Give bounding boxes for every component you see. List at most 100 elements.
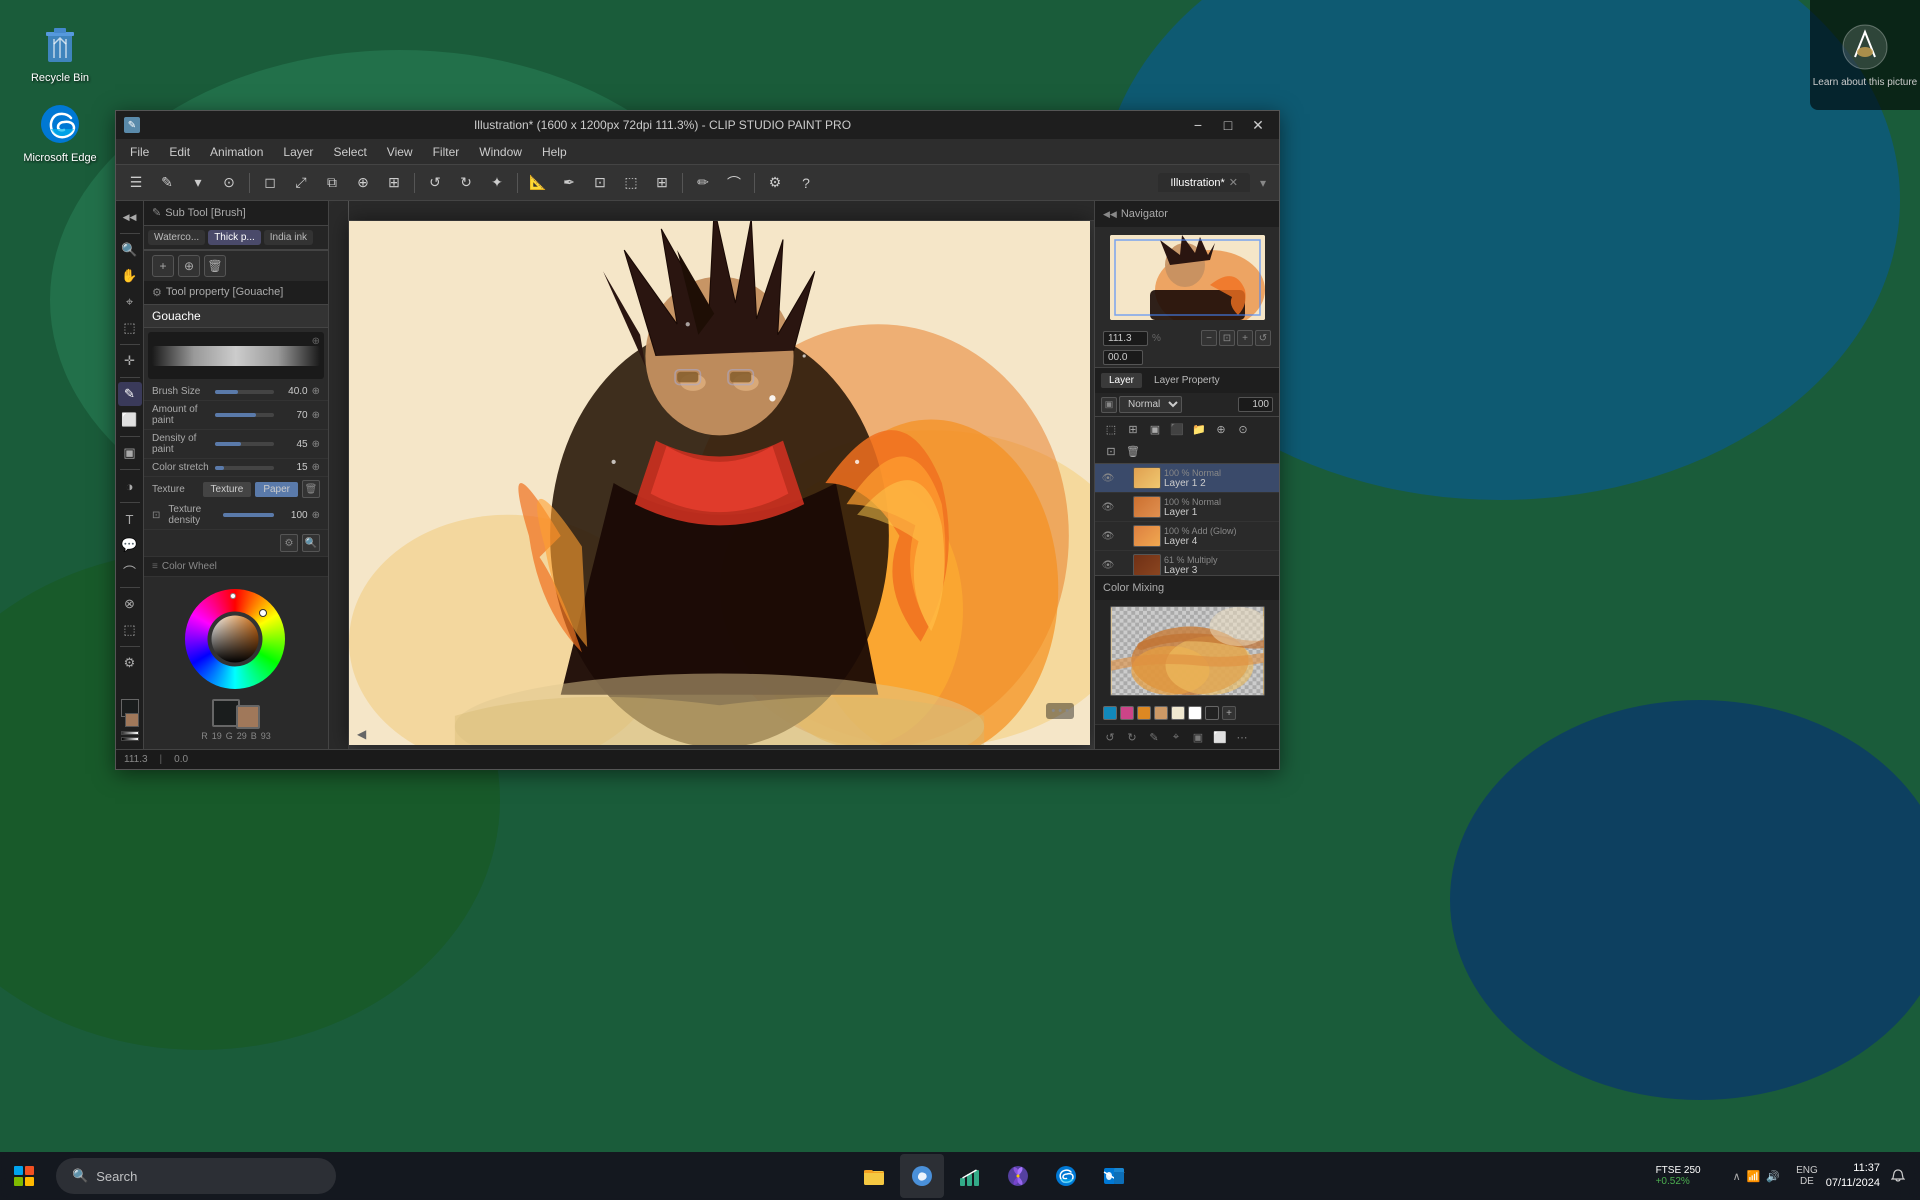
mix-add-btn[interactable]: + — [1222, 706, 1236, 720]
mix-pick-btn[interactable]: ⌖ — [1167, 728, 1185, 746]
layer-tool-folder[interactable]: 📁 — [1189, 419, 1209, 439]
layer-tool-new-vector[interactable]: ⊞ — [1123, 419, 1143, 439]
toolbar-interpolate-btn[interactable]: ✦ — [483, 169, 511, 197]
mix-swatch-5[interactable] — [1188, 706, 1202, 720]
volume-icon[interactable]: 🔊 — [1766, 1170, 1780, 1183]
brush-size-slider[interactable] — [215, 390, 274, 394]
toolbar-move-btn[interactable]: ⤢ — [287, 169, 315, 197]
layer-tab-layer[interactable]: Layer — [1101, 373, 1142, 388]
nav-zoom-in-btn[interactable]: + — [1237, 330, 1253, 346]
texture-density-spinner[interactable]: ⊕ — [312, 510, 320, 521]
layer-vis-1[interactable]: 👁 — [1101, 500, 1115, 514]
density-paint-slider[interactable] — [215, 442, 274, 446]
canvas-area[interactable]: ◀ • • • — [329, 201, 1094, 749]
notification-btn[interactable] — [1888, 1166, 1908, 1186]
blend-mode-select[interactable]: Normal — [1119, 396, 1182, 413]
toolbar-grid-btn[interactable]: ⊞ — [648, 169, 676, 197]
layer-tool-delete[interactable]: 🗑 — [1123, 441, 1143, 461]
mix-more-btn[interactable]: ⋯ — [1233, 728, 1251, 746]
toolbar-warp-btn[interactable]: ⊞ — [380, 169, 408, 197]
chevron-icon[interactable]: ∧ — [1733, 1170, 1741, 1183]
menu-filter[interactable]: Filter — [423, 143, 470, 161]
menu-layer[interactable]: Layer — [273, 143, 323, 161]
layer-item-2[interactable]: 👁 100 % Add (Glow) Layer 4 — [1095, 522, 1279, 551]
mix-swatch-1[interactable] — [1120, 706, 1134, 720]
color-stretch-spinner[interactable]: ⊕ — [312, 462, 320, 473]
taskbar-app-butterfly[interactable] — [996, 1154, 1040, 1198]
menu-file[interactable]: File — [120, 143, 159, 161]
tool-fill[interactable]: ▣ — [118, 441, 142, 465]
sub-tab-thick[interactable]: Thick p... — [208, 230, 261, 245]
layer-vis-3[interactable]: 👁 — [1101, 558, 1115, 572]
tool-expand-left[interactable]: ◀◀ — [118, 205, 142, 229]
navigator-preview[interactable] — [1110, 235, 1265, 320]
amount-paint-spinner[interactable]: ⊕ — [312, 410, 320, 421]
toolbar-pen2-btn[interactable]: ✏ — [689, 169, 717, 197]
toolbar-help-btn[interactable]: ? — [792, 169, 820, 197]
texture-delete-btn[interactable]: 🗑 — [302, 480, 320, 498]
taskbar-app-csp[interactable] — [900, 1154, 944, 1198]
mix-fill-btn[interactable]: ▣ — [1189, 728, 1207, 746]
network-icon[interactable]: 📶 — [1747, 1170, 1761, 1183]
tool-text[interactable]: T — [118, 507, 142, 531]
amount-paint-slider[interactable] — [215, 413, 274, 417]
tool-brush[interactable]: ✎ — [118, 382, 142, 406]
layer-tab-property[interactable]: Layer Property — [1146, 373, 1228, 388]
nav-position-input[interactable] — [1103, 350, 1143, 365]
mix-swatch-6[interactable] — [1205, 706, 1219, 720]
color-wheel[interactable] — [185, 589, 285, 689]
toolbar-redo-btn[interactable]: ↻ — [452, 169, 480, 197]
mix-clear-btn[interactable]: ⬜ — [1211, 728, 1229, 746]
tool-move[interactable]: ✛ — [118, 349, 142, 373]
desktop-icon-edge[interactable]: Microsoft Edge — [20, 100, 100, 164]
add-brush-btn[interactable]: + — [152, 255, 174, 277]
desktop-icon-recycle-bin[interactable]: Recycle Bin — [20, 20, 100, 84]
layer-tool-new-fill[interactable]: ▣ — [1145, 419, 1165, 439]
toolbar-menu-btn[interactable]: ☰ — [122, 169, 150, 197]
tool-hand[interactable]: ✋ — [118, 264, 142, 288]
texture-btn2[interactable]: Paper — [255, 482, 298, 497]
start-button[interactable] — [0, 1152, 48, 1200]
tool-erase[interactable]: ⬜ — [118, 408, 142, 432]
taskbar-app-outlook[interactable] — [1092, 1154, 1136, 1198]
tool-eyedrop[interactable]: ⌖ — [118, 290, 142, 314]
menu-window[interactable]: Window — [469, 143, 532, 161]
corner-about-picture[interactable]: Learn about this picture — [1810, 0, 1920, 110]
tool-3d[interactable]: ⚙ — [118, 651, 142, 675]
layer-tool-merge[interactable]: ⊕ — [1211, 419, 1231, 439]
mix-swatch-0[interactable] — [1103, 706, 1117, 720]
close-button[interactable]: ✕ — [1245, 115, 1271, 135]
layer-tool-new-frame[interactable]: ⬛ — [1167, 419, 1187, 439]
copy-brush-btn[interactable]: ⊕ — [178, 255, 200, 277]
menu-edit[interactable]: Edit — [159, 143, 200, 161]
toolbar-select-btn[interactable]: ◻ — [256, 169, 284, 197]
tool-gradient[interactable]: ◑ — [118, 474, 142, 498]
background-color[interactable] — [125, 713, 139, 727]
tool-zoom[interactable]: 🔍 — [118, 238, 142, 262]
sub-tab-watercolor[interactable]: Waterco... — [148, 230, 205, 245]
taskbar-app-stats[interactable] — [948, 1154, 992, 1198]
layer-item-1[interactable]: 👁 100 % Normal Layer 1 — [1095, 493, 1279, 522]
toolbar-undo-btn[interactable]: ↺ — [421, 169, 449, 197]
menu-animation[interactable]: Animation — [200, 143, 273, 161]
density-paint-spinner[interactable]: ⊕ — [312, 439, 320, 450]
toolbar-dropdown[interactable]: ▾ — [184, 169, 212, 197]
toolbar-frame-btn[interactable]: ⬚ — [617, 169, 645, 197]
tp-settings-btn[interactable]: ⚙ — [280, 534, 298, 552]
menu-help[interactable]: Help — [532, 143, 577, 161]
tab-expand-btn[interactable]: ▾ — [1253, 173, 1273, 193]
toolbar-transform-btn[interactable]: ⊡ — [586, 169, 614, 197]
menu-select[interactable]: Select — [323, 143, 376, 161]
toolbar-stamp-btn[interactable]: ⊙ — [215, 169, 243, 197]
layer-folder-btn[interactable]: ▣ — [1101, 397, 1117, 413]
mix-swatch-2[interactable] — [1137, 706, 1151, 720]
nav-fit-btn[interactable]: ⊡ — [1219, 330, 1235, 346]
tp-zoom-btn[interactable]: 🔍 — [302, 534, 320, 552]
nav-rotate-btn[interactable]: ↺ — [1255, 330, 1271, 346]
mix-redo-btn[interactable]: ↻ — [1123, 728, 1141, 746]
tool-balloon[interactable]: 💬 — [118, 533, 142, 557]
background-swatch[interactable] — [236, 705, 260, 729]
color-stretch-slider[interactable] — [215, 466, 274, 470]
tool-frame[interactable]: ⬚ — [118, 618, 142, 642]
layer-vis-0[interactable]: 👁 — [1101, 471, 1115, 485]
